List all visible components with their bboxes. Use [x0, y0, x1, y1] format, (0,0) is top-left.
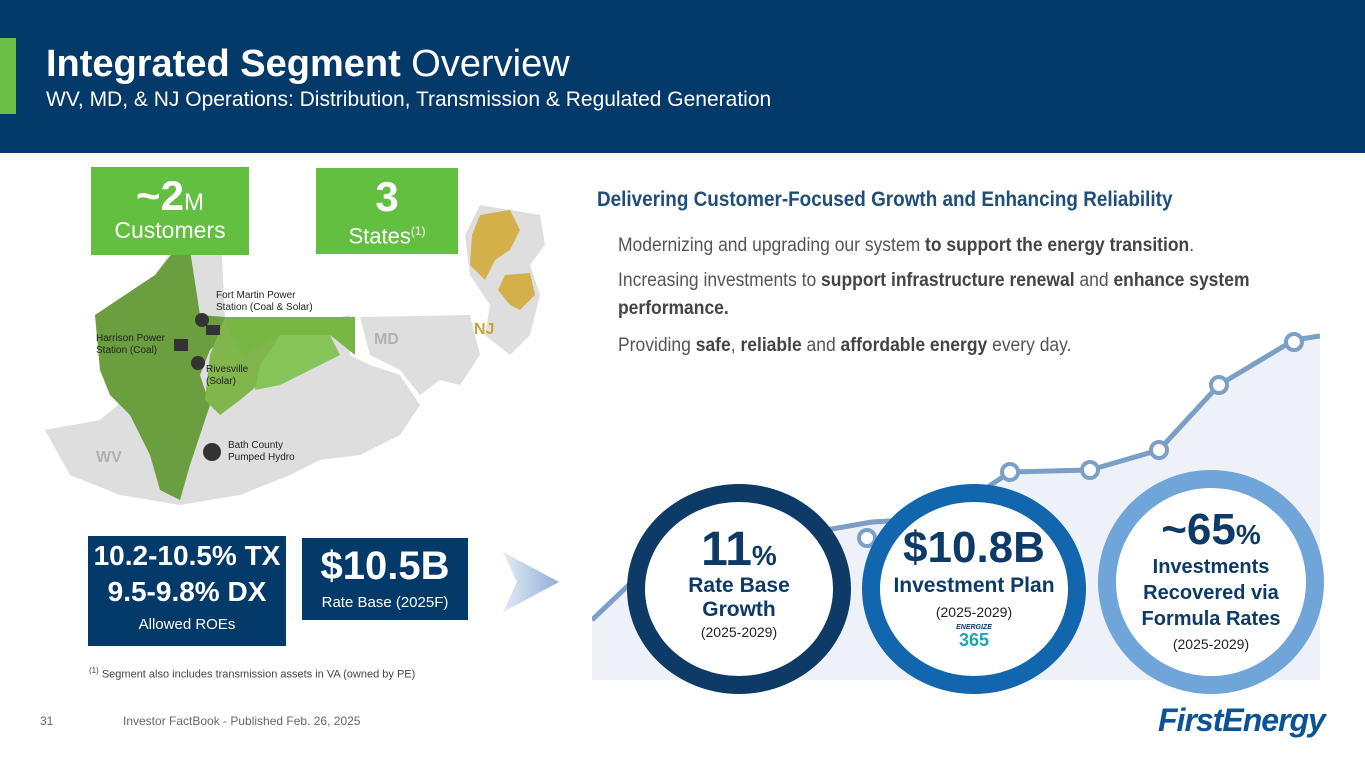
rate-base-value: $10.5B [320, 544, 450, 588]
map-label-rivesville: Rivesville (Solar) [206, 364, 249, 387]
state-label-wv: WV [96, 449, 122, 466]
states-stat-box: 3 States(1) [316, 168, 458, 254]
header-accent-bar [0, 38, 16, 114]
water-drop-icon [203, 443, 221, 461]
investment-plan-label: Investment Plan [893, 574, 1055, 597]
trend-point [1080, 460, 1100, 480]
map-label-fort-martin: Fort Martin Power Station (Coal & Solar) [216, 290, 313, 313]
rate-base-stat-box: $10.5B Rate Base (2025F) [302, 538, 468, 620]
map-label-bath-county: Bath County Pumped Hydro [228, 440, 295, 463]
roe-label: Allowed ROEs [138, 616, 236, 633]
rate-base-growth-label: Rate Base Growth [688, 574, 790, 621]
roe-tx: 10.2-10.5% TX [93, 540, 281, 571]
trend-point [1284, 332, 1304, 352]
formula-rates-value: ~65 [1161, 505, 1236, 554]
page-number: 31 [40, 714, 54, 728]
formula-rates-period: (2025-2029) [1172, 636, 1250, 652]
states-label: States [348, 223, 411, 249]
roe-dx: 9.5-9.8% DX [107, 576, 267, 607]
customers-stat-box: ~2M Customers [91, 167, 249, 255]
map-label-harrison: Harrison Power Station (Coal) [96, 333, 165, 356]
arrow-right-icon [503, 552, 559, 612]
state-label-nj: NJ [474, 321, 495, 338]
factory-icon [206, 325, 220, 335]
roe-stat-box: 10.2-10.5% TX 9.5-9.8% DX Allowed ROEs [88, 536, 286, 646]
page-subtitle: WV, MD, & NJ Operations: Distribution, T… [46, 88, 772, 111]
investment-plan-value: $10.8B [903, 523, 1045, 572]
formula-rates-circle: ~65% Investments Recovered via Formula R… [1098, 470, 1324, 694]
energize-365-logo: ENERGIZE 365 [956, 624, 992, 650]
customers-label: Customers [114, 217, 226, 243]
customers-value: ~2 [136, 172, 184, 219]
footer-source: Investor FactBook - Published Feb. 26, 2… [123, 714, 361, 728]
formula-rates-label: Investments Recovered via Formula Rates [1141, 556, 1281, 630]
investment-plan-circle: $10.8B Investment Plan (2025-2029) ENERG… [862, 484, 1086, 694]
firstenergy-logo: FirstEnergy [1158, 702, 1326, 738]
sun-icon [191, 356, 205, 370]
rate-base-label: Rate Base (2025F) [321, 594, 449, 611]
states-value: 3 [375, 173, 399, 220]
trend-point [1149, 440, 1169, 460]
rate-base-growth-value: 11 [701, 523, 752, 576]
sun-icon [195, 313, 209, 327]
states-footnote-ref: (1) [410, 224, 426, 238]
trend-point [1209, 375, 1229, 395]
investment-plan-period: (2025-2029) [935, 604, 1013, 620]
customers-unit: M [183, 189, 204, 216]
rate-base-growth-period: (2025-2029) [700, 624, 778, 640]
footnote: (1) Segment also includes transmission a… [89, 666, 416, 681]
factory-icon [174, 339, 188, 351]
header-banner: Integrated Segment Overview WV, MD, & NJ… [0, 0, 1365, 153]
right-heading: Delivering Customer-Focused Growth and E… [597, 188, 1173, 211]
bullet-2: Increasing investments to support infras… [618, 270, 1250, 319]
bullet-1: Modernizing and upgrading our system to … [618, 235, 1195, 256]
page-title: Integrated Segment Overview [46, 43, 570, 85]
rate-base-growth-circle: 11% Rate Base Growth (2025-2029) [627, 484, 851, 694]
state-label-md: MD [374, 331, 399, 348]
trend-point [1000, 462, 1020, 482]
